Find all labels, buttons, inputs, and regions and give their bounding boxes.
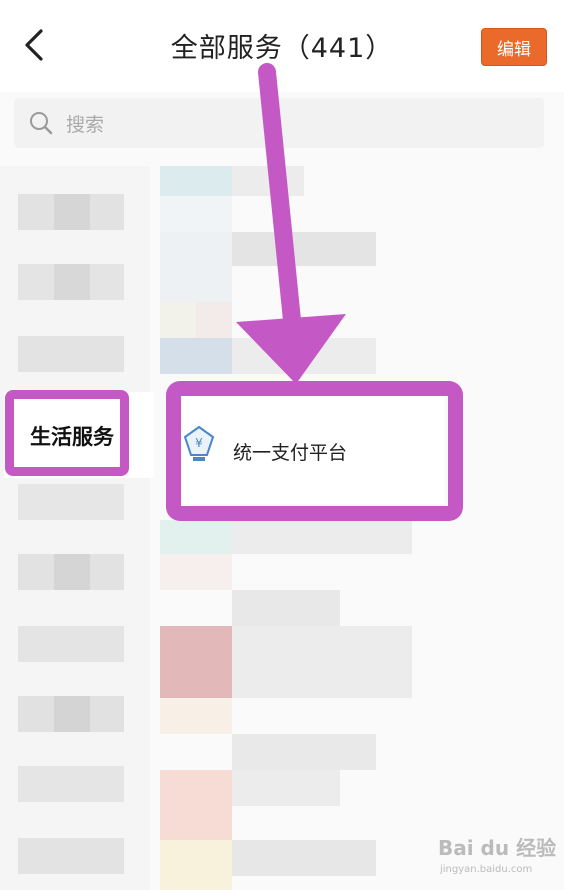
watermark: Bai du 经验 — [438, 836, 557, 860]
watermark-url: jingyan.baidu.com — [440, 864, 533, 875]
annotation-arrow — [236, 63, 346, 384]
